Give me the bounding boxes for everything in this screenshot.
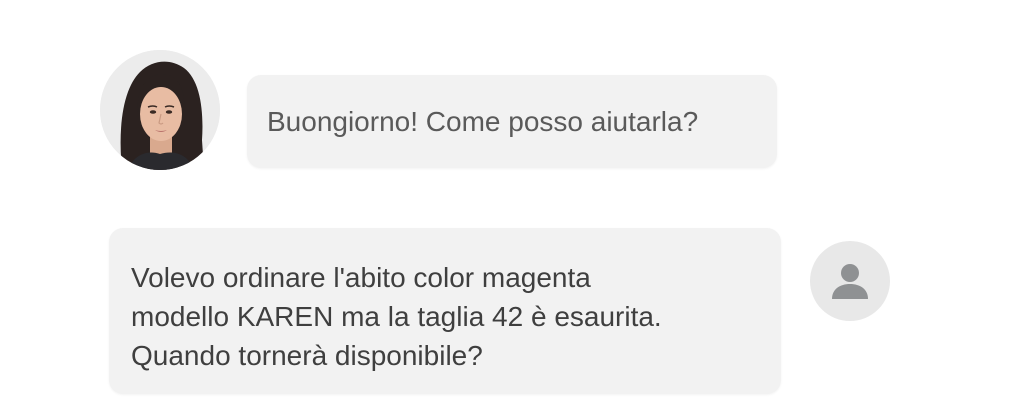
agent-portrait-icon: [100, 50, 220, 170]
agent-message-text: Buongiorno! Come posso aiutarla?: [267, 105, 699, 137]
agent-message-bubble: Buongiorno! Come posso aiutarla?: [247, 75, 777, 168]
user-message-line: Volevo ordinare l'abito color magenta: [131, 262, 591, 293]
user-message-line: Quando tornerà disponibile?: [131, 340, 483, 371]
chat-conversation: Buongiorno! Come posso aiutarla? Volevo …: [0, 0, 1024, 417]
user-message-bubble: Volevo ordinare l'abito color magenta mo…: [109, 228, 781, 394]
user-avatar: [810, 241, 890, 321]
agent-avatar: [100, 50, 220, 170]
user-message-line: modello KAREN ma la taglia 42 è esaurita…: [131, 301, 662, 332]
user-silhouette-icon: [832, 264, 868, 299]
